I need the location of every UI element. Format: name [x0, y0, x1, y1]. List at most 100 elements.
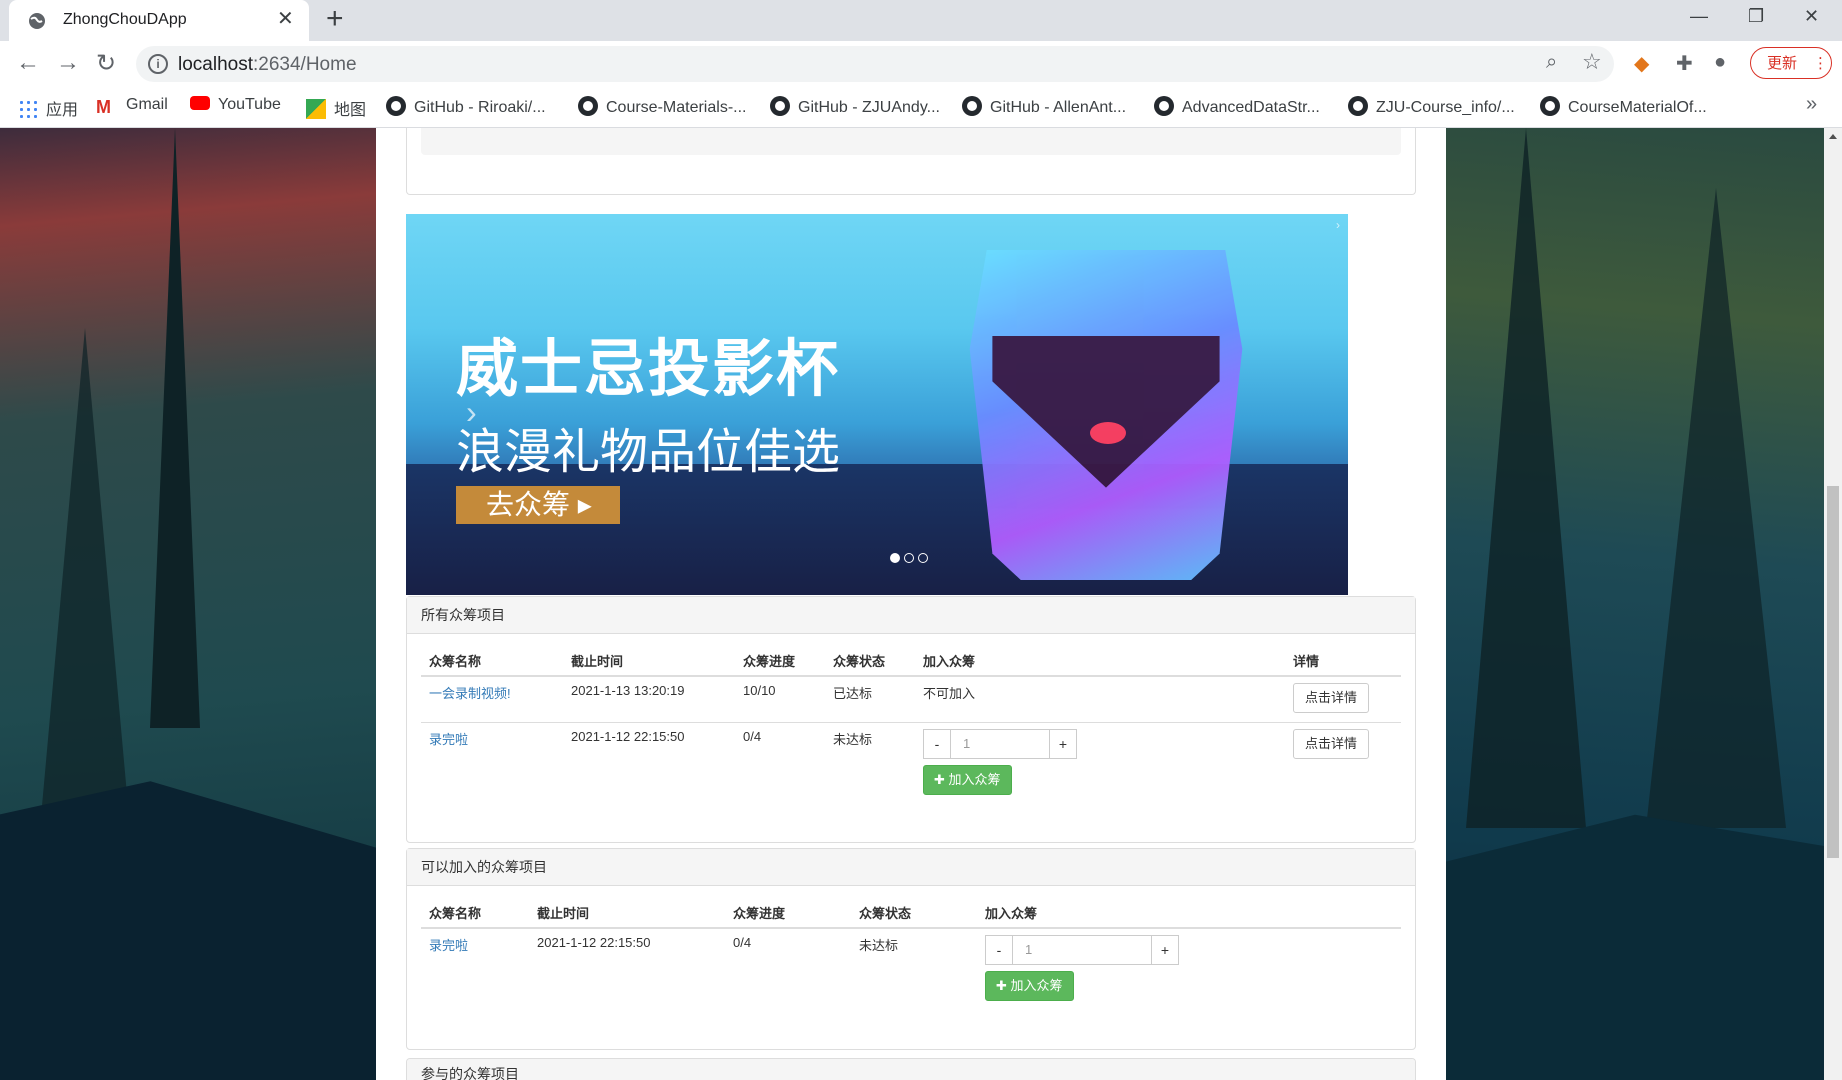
carousel-prev-icon[interactable]: ›	[466, 394, 477, 431]
reload-icon[interactable]: ↻	[96, 49, 116, 78]
joinable-projects-panel: 可以加入的众筹项目 众筹名称 截止时间 众筹进度 众筹状态 加入众筹 录完啦 2…	[406, 848, 1416, 1050]
all-projects-table: 众筹名称 截止时间 众筹进度 众筹状态 加入众筹 详情 一会录制视频! 2021…	[421, 645, 1401, 822]
table-header-row: 众筹名称 截止时间 众筹进度 众筹状态 加入众筹 详情	[421, 645, 1401, 677]
carousel-subline: 浪漫礼物品位佳选	[456, 426, 841, 479]
joinable-projects-table: 众筹名称 截止时间 众筹进度 众筹状态 加入众筹 录完啦 2021-1-12 2…	[421, 897, 1401, 1028]
status-cell: 已达标	[825, 675, 915, 722]
forward-icon[interactable]: →	[56, 49, 80, 77]
join-crowdfund-button[interactable]: ✚ 加入众筹	[923, 764, 1012, 795]
quantity-input[interactable]: 1	[951, 728, 1049, 759]
extensions-icon[interactable]: ✚	[1676, 51, 1693, 76]
background-art-left	[0, 128, 376, 1080]
github-icon	[1154, 96, 1174, 116]
bookmark-course-material-of[interactable]: CourseMaterialOf...	[1540, 96, 1707, 117]
bookmark-star-icon[interactable]: ☆	[1582, 49, 1602, 75]
bookmark-github-zjuandy[interactable]: GitHub - ZJUAndy...	[770, 96, 940, 117]
details-button[interactable]: 点击详情	[1293, 683, 1370, 713]
increment-button[interactable]: +	[1151, 935, 1179, 965]
carousel-headline: 威士忌投影杯	[456, 335, 841, 404]
github-icon	[386, 96, 406, 116]
github-icon	[578, 96, 598, 116]
join-crowdfund-button[interactable]: ✚ 加入众筹	[985, 971, 1074, 1001]
project-name-link[interactable]: 录完啦	[429, 732, 468, 747]
bookmark-course-materials[interactable]: Course-Materials-...	[578, 96, 746, 117]
scrollbar-thumb[interactable]	[1827, 486, 1839, 858]
column-header: 众筹名称	[421, 897, 529, 929]
column-header: 加入众筹	[915, 645, 1285, 677]
bookmark-zju-course-info[interactable]: ZJU-Course_info/...	[1348, 96, 1515, 117]
whisky-glass-image	[969, 250, 1243, 580]
browser-tab-strip: ZhongChouDApp ✕ + — ❐ ✕	[0, 0, 1842, 41]
youtube-icon	[190, 96, 210, 110]
globe-icon	[29, 13, 45, 29]
bookmark-github-allenant[interactable]: GitHub - AllenAnt...	[962, 96, 1126, 117]
project-name-link[interactable]: 录完啦	[429, 938, 468, 953]
column-header: 截止时间	[563, 645, 735, 677]
browser-tab[interactable]: ZhongChouDApp ✕	[9, 0, 309, 41]
table-row: 录完啦 2021-1-12 22:15:50 0/4 未达标 - 1 + ✚ 加…	[421, 927, 1401, 1028]
details-button[interactable]: 点击详情	[1293, 728, 1370, 759]
metamask-icon[interactable]: ◆	[1634, 51, 1649, 76]
github-icon	[1540, 96, 1560, 116]
carousel-indicators	[890, 550, 932, 566]
bookmarks-overflow-icon[interactable]: »	[1806, 93, 1817, 116]
panel-heading: 可以加入的众筹项目	[407, 849, 1415, 886]
profile-avatar-icon[interactable]: ●	[1714, 51, 1726, 74]
url-text: localhost:2634/Home	[178, 54, 357, 75]
restore-icon[interactable]: ❐	[1748, 6, 1764, 27]
bookmark-github-riroaki[interactable]: GitHub - Riroaki/...	[386, 96, 546, 117]
carousel-indicator[interactable]	[904, 553, 914, 563]
close-tab-icon[interactable]: ✕	[277, 6, 294, 31]
increment-button[interactable]: +	[1049, 728, 1077, 759]
scroll-up-icon[interactable]	[1829, 134, 1837, 139]
panel-heading: 参与的众筹项目	[407, 1059, 1415, 1080]
bookmarks-bar: 应用 M Gmail YouTube 地图 GitHub - Riroaki/..…	[0, 87, 1842, 128]
tab-title: ZhongChouDApp	[63, 11, 187, 28]
minimize-icon[interactable]: —	[1690, 6, 1708, 27]
table-header-row: 众筹名称 截止时间 众筹进度 众筹状态 加入众筹	[421, 897, 1401, 929]
promo-carousel[interactable]: 威士忌投影杯 浪漫礼物品位佳选 去众筹 ▸ › ›	[406, 214, 1348, 595]
carousel-next-icon[interactable]: ›	[1336, 218, 1340, 232]
column-header: 截止时间	[529, 897, 725, 929]
site-info-icon[interactable]: i	[148, 54, 168, 74]
zoom-icon[interactable]: ⌕	[1546, 51, 1557, 74]
deadline-cell: 2021-1-12 22:15:50	[563, 721, 735, 822]
maps-icon	[306, 99, 326, 119]
update-button[interactable]: 更新 ⋮	[1750, 47, 1832, 79]
carousel-indicator[interactable]	[918, 553, 928, 563]
bookmark-apps[interactable]: 应用	[18, 96, 78, 120]
plus-icon: ✚	[996, 978, 1007, 993]
plus-icon: ✚	[934, 771, 945, 787]
join-cell: 不可加入	[915, 675, 1285, 722]
carousel-indicator[interactable]	[890, 553, 900, 563]
column-header: 详情	[1285, 645, 1401, 677]
butterfly-image	[1090, 422, 1126, 444]
quantity-input[interactable]: 1	[1013, 935, 1151, 965]
address-bar[interactable]: i localhost:2634/Home ⌕ ☆	[136, 46, 1614, 82]
github-icon	[770, 96, 790, 116]
browser-toolbar: ← → ↻ i localhost:2634/Home ⌕ ☆ ◆ ✚ ● 更新…	[0, 41, 1842, 87]
gmail-icon: M	[96, 97, 111, 117]
column-header: 加入众筹	[977, 897, 1401, 929]
carousel-cta-button[interactable]: 去众筹 ▸	[456, 486, 620, 524]
back-icon[interactable]: ←	[16, 49, 40, 77]
decrement-button[interactable]: -	[923, 728, 951, 759]
decrement-button[interactable]: -	[985, 935, 1013, 965]
bookmark-gmail[interactable]: M Gmail	[96, 96, 168, 117]
bookmark-advanced-data-str[interactable]: AdvancedDataStr...	[1154, 96, 1320, 117]
project-name-link[interactable]: 一会录制视频!	[429, 686, 511, 701]
table-row: 一会录制视频! 2021-1-13 13:20:19 10/10 已达标 不可加…	[421, 675, 1401, 722]
github-icon	[962, 96, 982, 116]
bookmark-maps[interactable]: 地图	[306, 96, 366, 120]
all-projects-panel: 所有众筹项目 众筹名称 截止时间 众筹进度 众筹状态 加入众筹 详情 一会录制视…	[406, 596, 1416, 843]
caret-right-icon: ▸	[577, 489, 592, 520]
new-tab-icon[interactable]: +	[326, 2, 344, 36]
table-row: 录完啦 2021-1-12 22:15:50 0/4 未达标 - 1 + ✚ 加…	[421, 721, 1401, 822]
quantity-stepper: - 1 +	[985, 935, 1393, 965]
page-scrollbar[interactable]	[1824, 128, 1842, 1080]
window-close-icon[interactable]: ✕	[1804, 6, 1819, 27]
participated-projects-panel: 参与的众筹项目	[406, 1058, 1416, 1080]
bookmark-youtube[interactable]: YouTube	[190, 96, 281, 114]
progress-cell: 0/4	[735, 721, 825, 822]
apps-icon	[18, 99, 38, 119]
